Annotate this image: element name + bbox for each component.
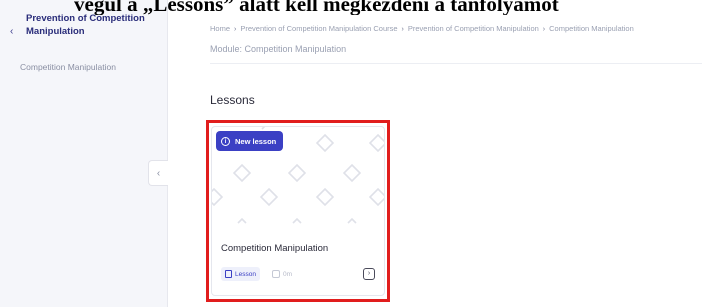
breadcrumb-item-program[interactable]: Prevention of Competition Manipulation: [408, 24, 539, 33]
lesson-type-label: Lesson: [235, 270, 256, 278]
lesson-card[interactable]: i New lesson Competition Manipulation Le…: [211, 126, 385, 296]
chevron-right-icon: ›: [367, 270, 371, 277]
module-subtitle: Module: Competition Manipulation: [210, 44, 347, 54]
info-icon: i: [221, 136, 230, 146]
lesson-duration: 0m: [272, 267, 292, 281]
breadcrumb-separator: ›: [542, 26, 546, 33]
duration-label: 0m: [283, 270, 293, 278]
new-lesson-label: New lesson: [235, 136, 277, 146]
lessons-heading: Lessons: [210, 93, 255, 107]
sidebar-item-module[interactable]: Competition Manipulation: [20, 62, 116, 72]
breadcrumb-separator: ›: [401, 26, 404, 33]
divider: [210, 63, 702, 64]
chevron-left-icon[interactable]: ‹: [10, 26, 13, 37]
sidebar: ‹ Prevention of Competition Manipulation…: [0, 0, 168, 307]
lesson-title[interactable]: Competition Manipulation: [221, 243, 328, 254]
breadcrumb-separator: ›: [234, 26, 237, 33]
breadcrumb: Home › Prevention of Competition Manipulat…: [210, 24, 702, 33]
breadcrumb-item-course[interactable]: Prevention of Competition Manipulation C…: [240, 24, 397, 33]
chevron-left-icon: ‹: [156, 167, 161, 179]
sidebar-collapse-button[interactable]: ‹: [148, 160, 168, 186]
new-lesson-badge: i New lesson: [216, 131, 284, 151]
document-icon: [225, 270, 232, 278]
sidebar-course-title[interactable]: Prevention of Competition Manipulation: [26, 8, 146, 38]
breadcrumb-item-home[interactable]: Home: [210, 24, 230, 33]
breadcrumb-item-module[interactable]: Competition Manipulation: [549, 24, 634, 33]
clock-icon: [272, 270, 280, 278]
main-content: Home › Prevention of Competition Manipulat…: [168, 0, 702, 307]
open-lesson-button[interactable]: ›: [363, 268, 375, 280]
lesson-type-badge: Lesson: [221, 267, 260, 281]
